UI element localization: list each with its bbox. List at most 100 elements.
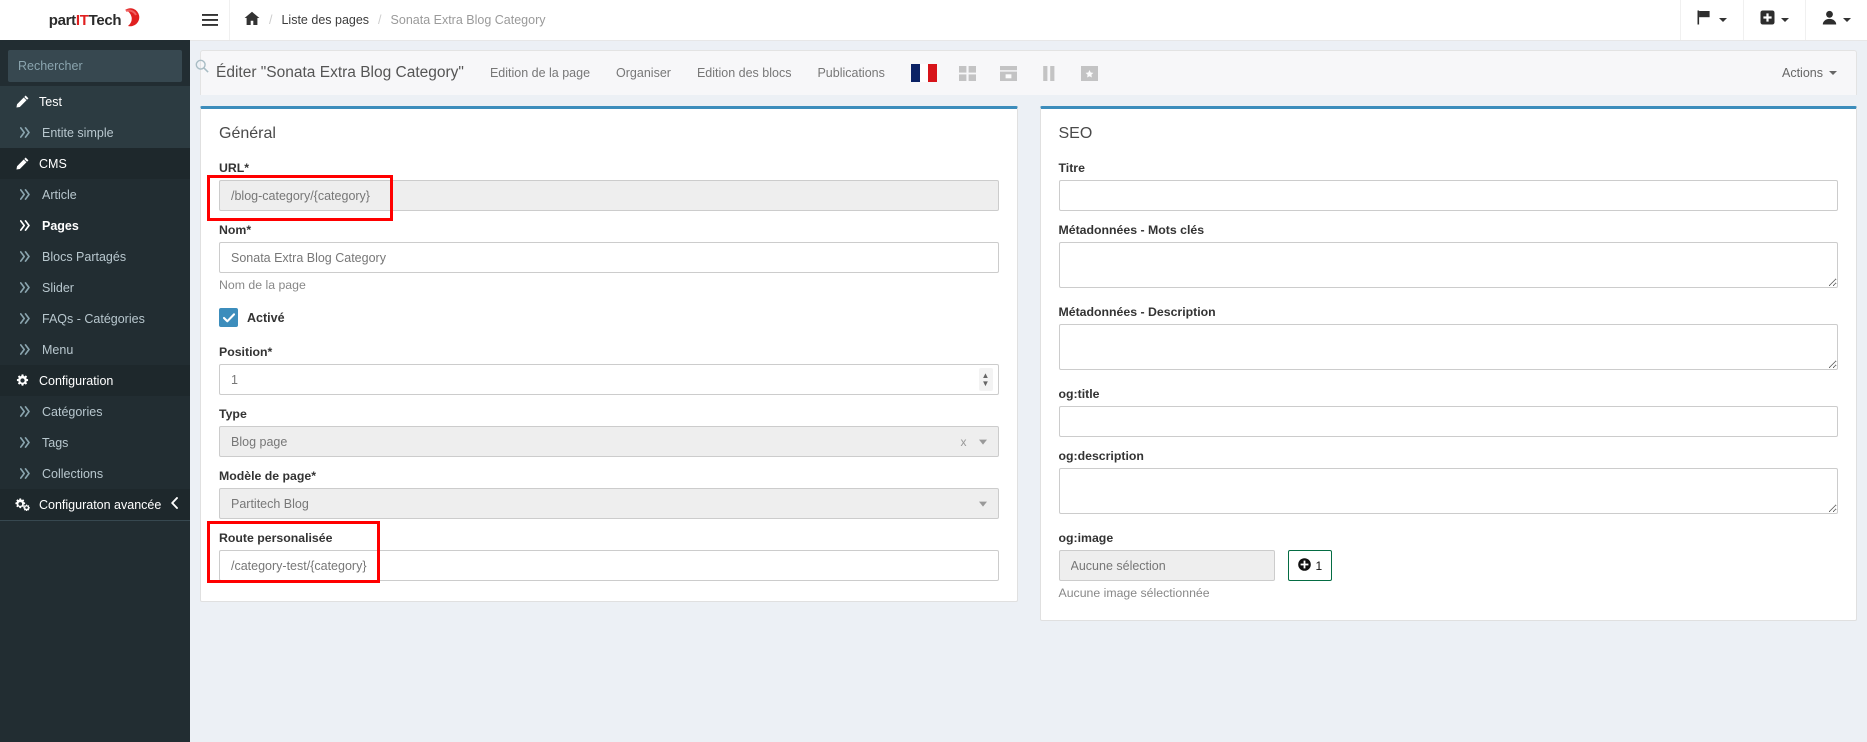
sidebar-item-cms[interactable]: CMS [0, 148, 190, 179]
pencil-icon [15, 95, 30, 108]
og-description-textarea[interactable] [1058, 468, 1838, 514]
actions-dropdown[interactable]: Actions [1782, 66, 1841, 80]
field-route-label: Route personalisée [219, 531, 333, 545]
user-menu[interactable] [1805, 0, 1867, 40]
field-og-image: og:image Aucune sélection 1 Aucune image… [1058, 531, 1839, 600]
seo-card: SEO Titre Métadonnées - Mots clés Métado… [1039, 106, 1857, 621]
sidebar-nav: Test Entite simple CMS Article Pages Blocs Pa… [0, 86, 190, 521]
angle-double-right-icon [18, 437, 33, 448]
og-title-input[interactable] [1058, 406, 1838, 437]
active-checkbox-label: Activé [247, 310, 285, 325]
page-tabs: Edition de la page Organiser Edition des b… [490, 66, 885, 80]
chevron-down-icon[interactable] [978, 501, 987, 507]
chevron-down-icon [1829, 71, 1837, 75]
form-columns: Général URL* Nom* Nom de la page [200, 95, 1857, 621]
route-input[interactable] [219, 550, 999, 581]
caret-up-icon[interactable]: ▲ [982, 371, 990, 379]
pencil-icon [15, 157, 30, 170]
seo-description-textarea[interactable] [1058, 324, 1838, 370]
tab-edition-des-blocs[interactable]: Edition des blocs [697, 66, 792, 80]
layout-header-icon[interactable] [999, 65, 1017, 81]
sidebar-item-label: CMS [39, 156, 67, 171]
sidebar-item-tags[interactable]: Tags [0, 427, 190, 458]
sidebar-item-article[interactable]: Article [0, 179, 190, 210]
seo-motscles-textarea[interactable] [1058, 242, 1838, 288]
tab-organiser[interactable]: Organiser [616, 66, 671, 80]
og-image-count: 1 [1315, 558, 1323, 573]
type-clear-icon[interactable]: x [961, 435, 967, 449]
sidebar-item-menu[interactable]: Menu [0, 334, 190, 365]
sidebar-item-configuraton-avanc-e[interactable]: Configuraton avancée [0, 489, 190, 520]
home-icon[interactable] [244, 11, 260, 29]
field-nom: Nom* Nom de la page [219, 223, 999, 292]
sidebar-item-label: Test [39, 94, 62, 109]
chevron-down-icon[interactable] [978, 439, 987, 445]
og-image-add-button[interactable]: 1 [1287, 550, 1333, 581]
angle-double-right-icon [18, 127, 33, 138]
user-icon [1822, 10, 1837, 30]
seo-titre-input[interactable] [1058, 180, 1838, 211]
seo-card-title: SEO [1058, 125, 1093, 142]
navbar-right [1680, 0, 1867, 40]
angle-double-right-icon [18, 468, 33, 479]
type-select[interactable] [219, 426, 999, 457]
sidebar-item-blocs-partag-s[interactable]: Blocs Partagés [0, 241, 190, 272]
sidebar-collapse-icon[interactable] [170, 497, 179, 512]
sidebar-item-slider[interactable]: Slider [0, 272, 190, 303]
seo-column: SEO Titre Métadonnées - Mots clés Métado… [1039, 106, 1857, 621]
page-body: Éditer "Sonata Extra Blog Category" Edit… [190, 41, 1867, 742]
sidebar-item-faqs-cat-gories[interactable]: FAQs - Catégories [0, 303, 190, 334]
sidebar-item-label: Pages [42, 218, 79, 233]
plus-circle-icon [1297, 557, 1311, 574]
actions-label: Actions [1782, 66, 1823, 80]
tab-publications[interactable]: Publications [817, 66, 884, 80]
angle-double-right-icon [18, 189, 33, 200]
modele-select[interactable] [219, 488, 999, 519]
brand-text: partITTech [48, 11, 122, 29]
search-input[interactable] [8, 59, 189, 73]
active-checkbox[interactable] [219, 308, 238, 327]
chevron-down-icon [1719, 18, 1727, 22]
field-og-title-label: og:title [1058, 387, 1100, 401]
position-input[interactable] [219, 364, 999, 395]
layout-feature-icon[interactable] [1080, 65, 1098, 81]
add-menu[interactable] [1743, 0, 1805, 40]
hamburger-icon[interactable] [190, 0, 230, 40]
sidebar-item-cat-gories[interactable]: Catégories [0, 396, 190, 427]
sidebar-item-label: Collections [42, 466, 104, 481]
gears-icon [15, 498, 30, 511]
general-card-title: Général [219, 125, 276, 142]
caret-down-icon[interactable]: ▼ [982, 379, 990, 387]
field-seo-description-label: Métadonnées - Description [1058, 305, 1216, 319]
layout-grid-icon[interactable] [958, 65, 976, 81]
plus-square-icon [1760, 10, 1775, 30]
nom-input[interactable] [219, 242, 999, 273]
sidebar-item-label: Catégories [42, 404, 103, 419]
sidebar-divider [0, 520, 190, 521]
search-icon[interactable] [189, 50, 215, 82]
field-position: Position* ▲ ▼ [219, 345, 999, 395]
og-image-help: Aucune image sélectionnée [1058, 586, 1210, 600]
angle-double-right-icon [18, 313, 33, 324]
language-menu[interactable] [1680, 0, 1743, 40]
brand-logo[interactable]: partITTech [0, 0, 190, 40]
field-url-label: URL* [219, 161, 250, 175]
og-image-input[interactable] [1058, 550, 1275, 581]
field-og-description: og:description [1058, 449, 1838, 519]
breadcrumb-item-liste-des-pages[interactable]: Liste des pages [281, 13, 369, 27]
position-stepper[interactable]: ▲ ▼ [978, 368, 993, 391]
url-input[interactable] [219, 180, 999, 211]
sidebar-item-configuration[interactable]: Configuration [0, 365, 190, 396]
page-title: Éditer "Sonata Extra Blog Category" [216, 64, 464, 81]
sidebar-item-entite-simple[interactable]: Entite simple [0, 117, 190, 148]
tab-edition-de-la-page[interactable]: Edition de la page [490, 66, 590, 80]
sidebar-item-collections[interactable]: Collections [0, 458, 190, 489]
layout-two-column-icon[interactable] [1041, 65, 1057, 81]
french-flag-icon[interactable] [910, 64, 937, 82]
sidebar-item-test[interactable]: Test [0, 86, 190, 117]
sidebar-item-label: Configuration [39, 373, 114, 388]
angle-double-right-icon [18, 282, 33, 293]
field-route: Route personalisée [219, 531, 999, 581]
sidebar-item-pages[interactable]: Pages [0, 210, 190, 241]
brand-swoosh-icon [119, 7, 141, 34]
